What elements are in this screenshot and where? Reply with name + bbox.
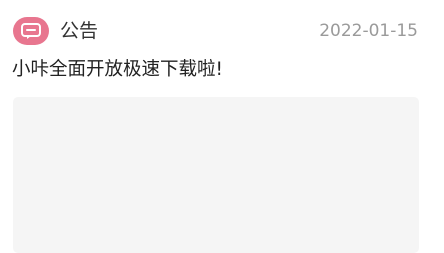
notice-message: 小咔全面开放极速下载啦! [12,59,223,80]
notice-header: 公告 2022-01-15 [0,0,444,56]
notice-date: 2022-01-15 [319,21,418,41]
notice-title: 公告 [60,20,99,42]
notice-image-placeholder[interactable] [13,97,419,253]
message-icon [13,17,49,45]
